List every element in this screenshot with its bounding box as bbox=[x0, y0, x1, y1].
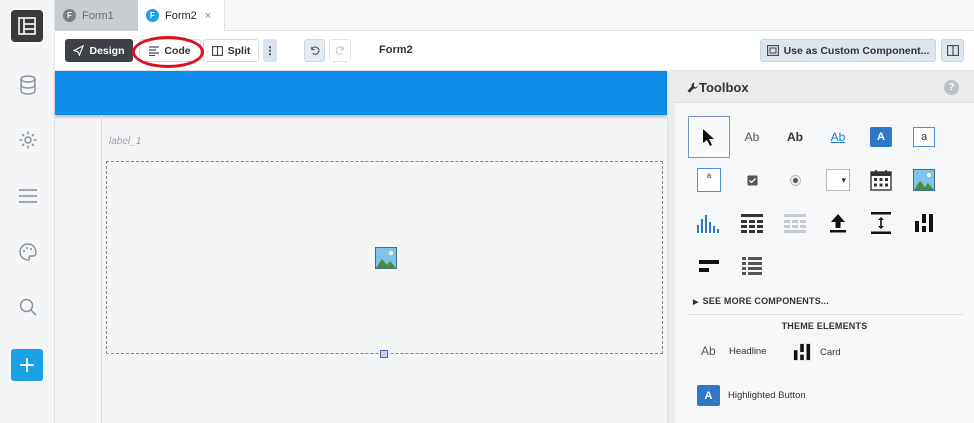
file-loader-tool[interactable] bbox=[817, 202, 859, 244]
highlighted-button-glyph: A bbox=[697, 385, 720, 406]
paper-plane-icon bbox=[73, 45, 85, 56]
pointer-arrow-icon bbox=[703, 129, 714, 146]
help-icon[interactable]: ? bbox=[944, 80, 959, 95]
table-grid-icon bbox=[741, 214, 763, 233]
dropdown-tool[interactable]: ▾ bbox=[817, 159, 859, 201]
see-more-label: SEE MORE COMPONENTS... bbox=[702, 296, 830, 306]
theme-item-label: Card bbox=[820, 346, 841, 358]
panel-splitter[interactable] bbox=[667, 71, 675, 423]
toolbox-header: Toolbox ? bbox=[675, 71, 974, 103]
tab-label: Form2 bbox=[165, 9, 197, 22]
column-panel-tool[interactable] bbox=[903, 202, 945, 244]
image-component[interactable] bbox=[106, 161, 663, 354]
pointer-tool[interactable] bbox=[688, 116, 730, 158]
textbox-glyph: a bbox=[913, 127, 935, 147]
undo-button[interactable] bbox=[304, 39, 325, 62]
form-icon: F bbox=[146, 9, 159, 22]
repeating-rows-icon bbox=[784, 214, 806, 233]
tab-form1[interactable]: F Form1 bbox=[55, 0, 138, 31]
textarea-glyph: a bbox=[697, 168, 721, 192]
column-divider bbox=[101, 115, 102, 423]
spacer-icon bbox=[871, 212, 891, 234]
theme-elements-title: THEME ELEMENTS bbox=[781, 321, 868, 331]
redo-icon bbox=[335, 46, 344, 55]
button-tool[interactable]: A bbox=[860, 116, 902, 158]
radio-tool[interactable] bbox=[774, 159, 816, 201]
list-rows-icon bbox=[742, 257, 762, 275]
split-view-icon bbox=[211, 45, 223, 56]
upload-icon bbox=[830, 214, 846, 233]
app-structure-icon[interactable] bbox=[11, 10, 43, 42]
undo-icon bbox=[311, 46, 320, 55]
highlight-annotation-circle bbox=[132, 36, 204, 68]
label-tool[interactable]: Ab bbox=[731, 116, 773, 158]
linear-panel-tool[interactable] bbox=[731, 245, 773, 287]
toolbox-panel: Toolbox ? Ab Ab Ab A a a ▾ ▶ SEE MORE CO… bbox=[675, 71, 974, 423]
textarea-tool[interactable]: a bbox=[688, 159, 730, 201]
palette-icon[interactable] bbox=[16, 240, 40, 264]
theme-item-label: Headline bbox=[729, 345, 767, 357]
card-icon bbox=[793, 343, 811, 361]
use-as-custom-component-button[interactable]: Use as Custom Component... bbox=[760, 39, 936, 62]
bar-chart-icon bbox=[697, 215, 719, 233]
custom-component-label: Use as Custom Component... bbox=[783, 44, 930, 57]
link-tool[interactable]: Ab bbox=[817, 116, 859, 158]
more-options-button[interactable]: ⋮ bbox=[263, 39, 277, 62]
panel-layout-icon bbox=[946, 45, 959, 56]
resize-handle[interactable] bbox=[380, 350, 388, 358]
form-header-bar bbox=[55, 71, 667, 115]
form-name-title: Form2 bbox=[379, 44, 413, 56]
menu-lines-icon[interactable] bbox=[16, 184, 40, 208]
tab-form2[interactable]: F Form2 × bbox=[138, 0, 225, 31]
bold-label-tool[interactable]: Ab bbox=[774, 116, 816, 158]
wrench-icon bbox=[687, 81, 698, 99]
headline-glyph: Ab bbox=[701, 344, 716, 358]
image-icon bbox=[913, 169, 935, 191]
image-tool[interactable] bbox=[903, 159, 945, 201]
dropdown-glyph: ▾ bbox=[826, 169, 850, 191]
image-placeholder-icon bbox=[375, 247, 397, 274]
tab-label: Form1 bbox=[82, 9, 114, 22]
data-grid-tool[interactable] bbox=[731, 202, 773, 244]
form-tabs: F Form1 F Form2 × bbox=[55, 0, 974, 31]
settings-gear-icon[interactable] bbox=[16, 128, 40, 152]
add-plus-icon[interactable] bbox=[11, 349, 43, 381]
see-more-components-link[interactable]: ▶ SEE MORE COMPONENTS... bbox=[693, 296, 829, 306]
divider bbox=[687, 314, 963, 315]
label-component[interactable]: label_1 bbox=[109, 136, 141, 147]
close-icon[interactable]: × bbox=[205, 10, 211, 22]
design-canvas[interactable]: label_1 bbox=[55, 71, 667, 423]
split-label: Split bbox=[227, 44, 251, 57]
repeating-panel-tool[interactable] bbox=[774, 202, 816, 244]
calendar-icon bbox=[870, 170, 892, 191]
checkbox-tool[interactable] bbox=[731, 159, 773, 201]
radio-icon bbox=[789, 174, 801, 186]
split-button[interactable]: Split bbox=[203, 39, 259, 62]
redo-button[interactable] bbox=[329, 39, 351, 62]
button-glyph: A bbox=[870, 127, 892, 147]
design-button[interactable]: Design bbox=[65, 39, 133, 62]
flow-panel-tool[interactable] bbox=[688, 245, 730, 287]
design-label: Design bbox=[89, 44, 125, 57]
database-icon[interactable] bbox=[16, 73, 40, 97]
theme-item-highlighted-button[interactable]: A Highlighted Button bbox=[697, 385, 806, 406]
component-icon bbox=[766, 45, 779, 56]
theme-item-card[interactable]: Card bbox=[793, 343, 841, 361]
toggle-panel-button[interactable] bbox=[941, 39, 964, 62]
textbox-tool[interactable]: a bbox=[903, 116, 945, 158]
checkbox-icon bbox=[747, 175, 757, 185]
plot-tool[interactable] bbox=[688, 202, 730, 244]
caret-right-icon: ▶ bbox=[693, 299, 699, 306]
spacer-tool[interactable] bbox=[860, 202, 902, 244]
flow-layout-icon bbox=[699, 260, 719, 272]
toolbox-title: Toolbox bbox=[699, 80, 749, 95]
columns-icon bbox=[915, 214, 933, 232]
form-icon: F bbox=[63, 9, 76, 22]
datepicker-tool[interactable] bbox=[860, 159, 902, 201]
theme-item-headline[interactable]: Ab Headline bbox=[701, 344, 767, 358]
theme-item-label: Highlighted Button bbox=[728, 390, 806, 401]
search-icon[interactable] bbox=[16, 295, 40, 319]
left-sidebar bbox=[0, 0, 55, 423]
